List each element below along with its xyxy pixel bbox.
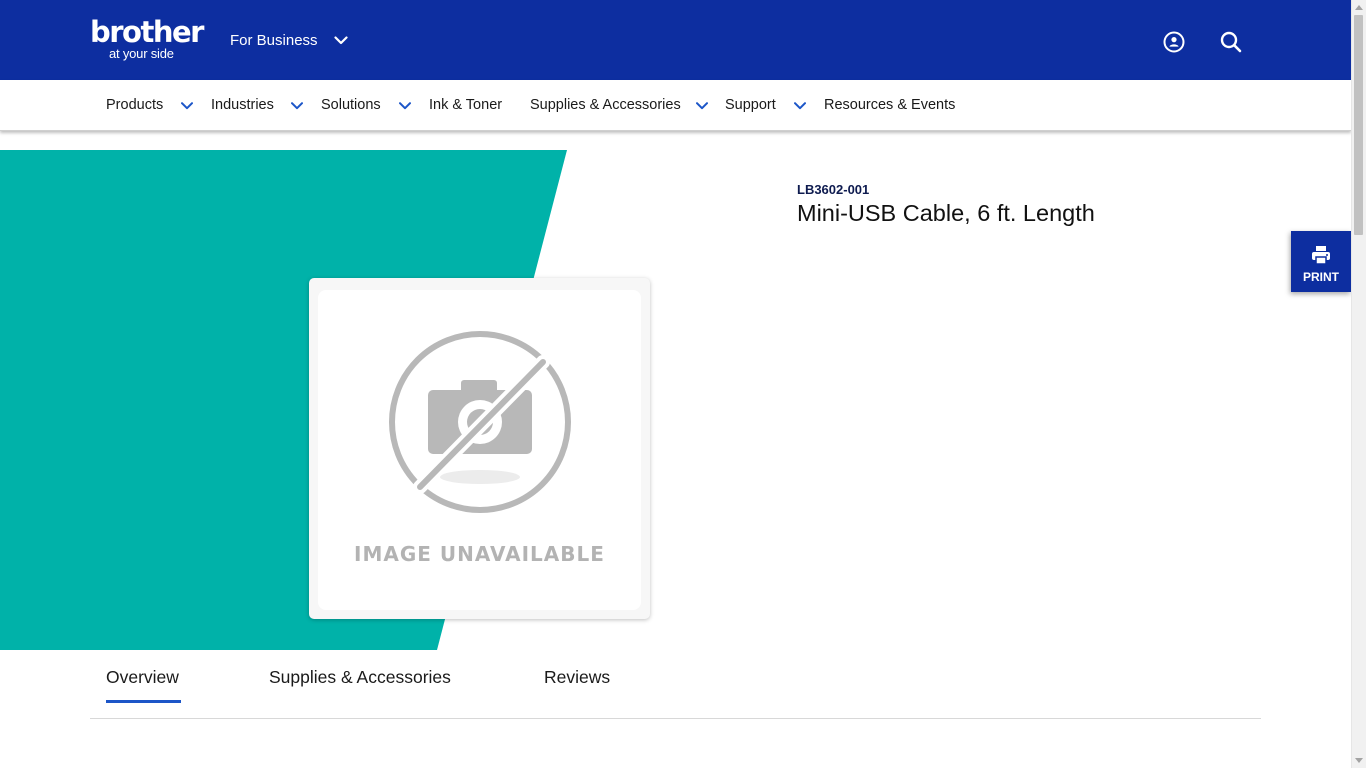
scroll-down-arrow-icon[interactable] <box>1351 753 1366 768</box>
tab-supplies-accessories[interactable]: Supplies & Accessories <box>269 667 451 691</box>
top-header: brother at your side For Business <box>0 0 1351 80</box>
scroll-up-arrow-icon[interactable] <box>1351 0 1366 15</box>
tab-reviews[interactable]: Reviews <box>544 667 610 691</box>
product-title: Mini-USB Cable, 6 ft. Length <box>797 200 1095 226</box>
nav-item-label: Supplies & Accessories <box>530 97 681 113</box>
print-button[interactable]: PRINT <box>1291 231 1351 292</box>
main-nav: Products Industries Solutions Ink & Tone… <box>0 80 1351 131</box>
chevron-down-icon[interactable] <box>180 99 194 113</box>
nav-item-supplies-accessories[interactable]: Supplies & Accessories <box>530 80 681 130</box>
tabs-divider <box>90 718 1261 719</box>
nav-item-industries[interactable]: Industries <box>211 80 274 130</box>
print-label: PRINT <box>1303 270 1339 284</box>
chevron-down-icon[interactable] <box>290 99 304 113</box>
nav-item-label: Ink & Toner <box>429 97 503 113</box>
tab-label: Supplies & Accessories <box>269 667 451 687</box>
nav-item-solutions[interactable]: Solutions <box>321 80 381 130</box>
product-image-card: IMAGE UNAVAILABLE <box>309 278 650 619</box>
nav-item-products[interactable]: Products <box>106 80 163 130</box>
product-sku: LB3602-001 <box>797 182 870 197</box>
brother-logo[interactable]: brother at your side <box>90 15 204 63</box>
chevron-down-icon[interactable] <box>695 99 709 113</box>
page: brother at your side For Business Produc… <box>0 0 1366 768</box>
account-icon[interactable] <box>1162 30 1186 54</box>
nav-item-label: Support <box>725 97 776 113</box>
for-business-label: For Business <box>230 31 318 49</box>
product-image[interactable]: IMAGE UNAVAILABLE <box>318 290 641 610</box>
nav-item-label: Solutions <box>321 97 381 113</box>
nav-item-label: Industries <box>211 97 274 113</box>
chevron-down-icon[interactable] <box>793 99 807 113</box>
image-unavailable-text: IMAGE UNAVAILABLE <box>354 542 605 566</box>
nav-item-label: Products <box>106 97 164 113</box>
scrollbar-thumb[interactable] <box>1354 15 1363 235</box>
printer-icon <box>1311 245 1331 270</box>
nav-item-resources-events[interactable]: Resources & Events <box>824 80 955 130</box>
active-tab-indicator <box>106 700 181 703</box>
nav-item-label: Resources & Events <box>824 97 956 113</box>
image-unavailable-icon <box>389 331 571 513</box>
nav-item-support[interactable]: Support <box>725 80 776 130</box>
for-business-selector[interactable]: For Business <box>230 30 348 50</box>
logo-wordmark: brother <box>90 15 204 49</box>
chevron-down-icon <box>333 35 348 45</box>
tab-overview[interactable]: Overview <box>106 667 179 691</box>
search-icon[interactable] <box>1219 30 1243 54</box>
logo-tagline: at your side <box>109 46 174 61</box>
chevron-down-icon[interactable] <box>398 99 412 113</box>
tab-label: Reviews <box>544 667 611 687</box>
nav-item-ink-toner[interactable]: Ink & Toner <box>429 80 502 130</box>
tab-label: Overview <box>106 667 179 687</box>
